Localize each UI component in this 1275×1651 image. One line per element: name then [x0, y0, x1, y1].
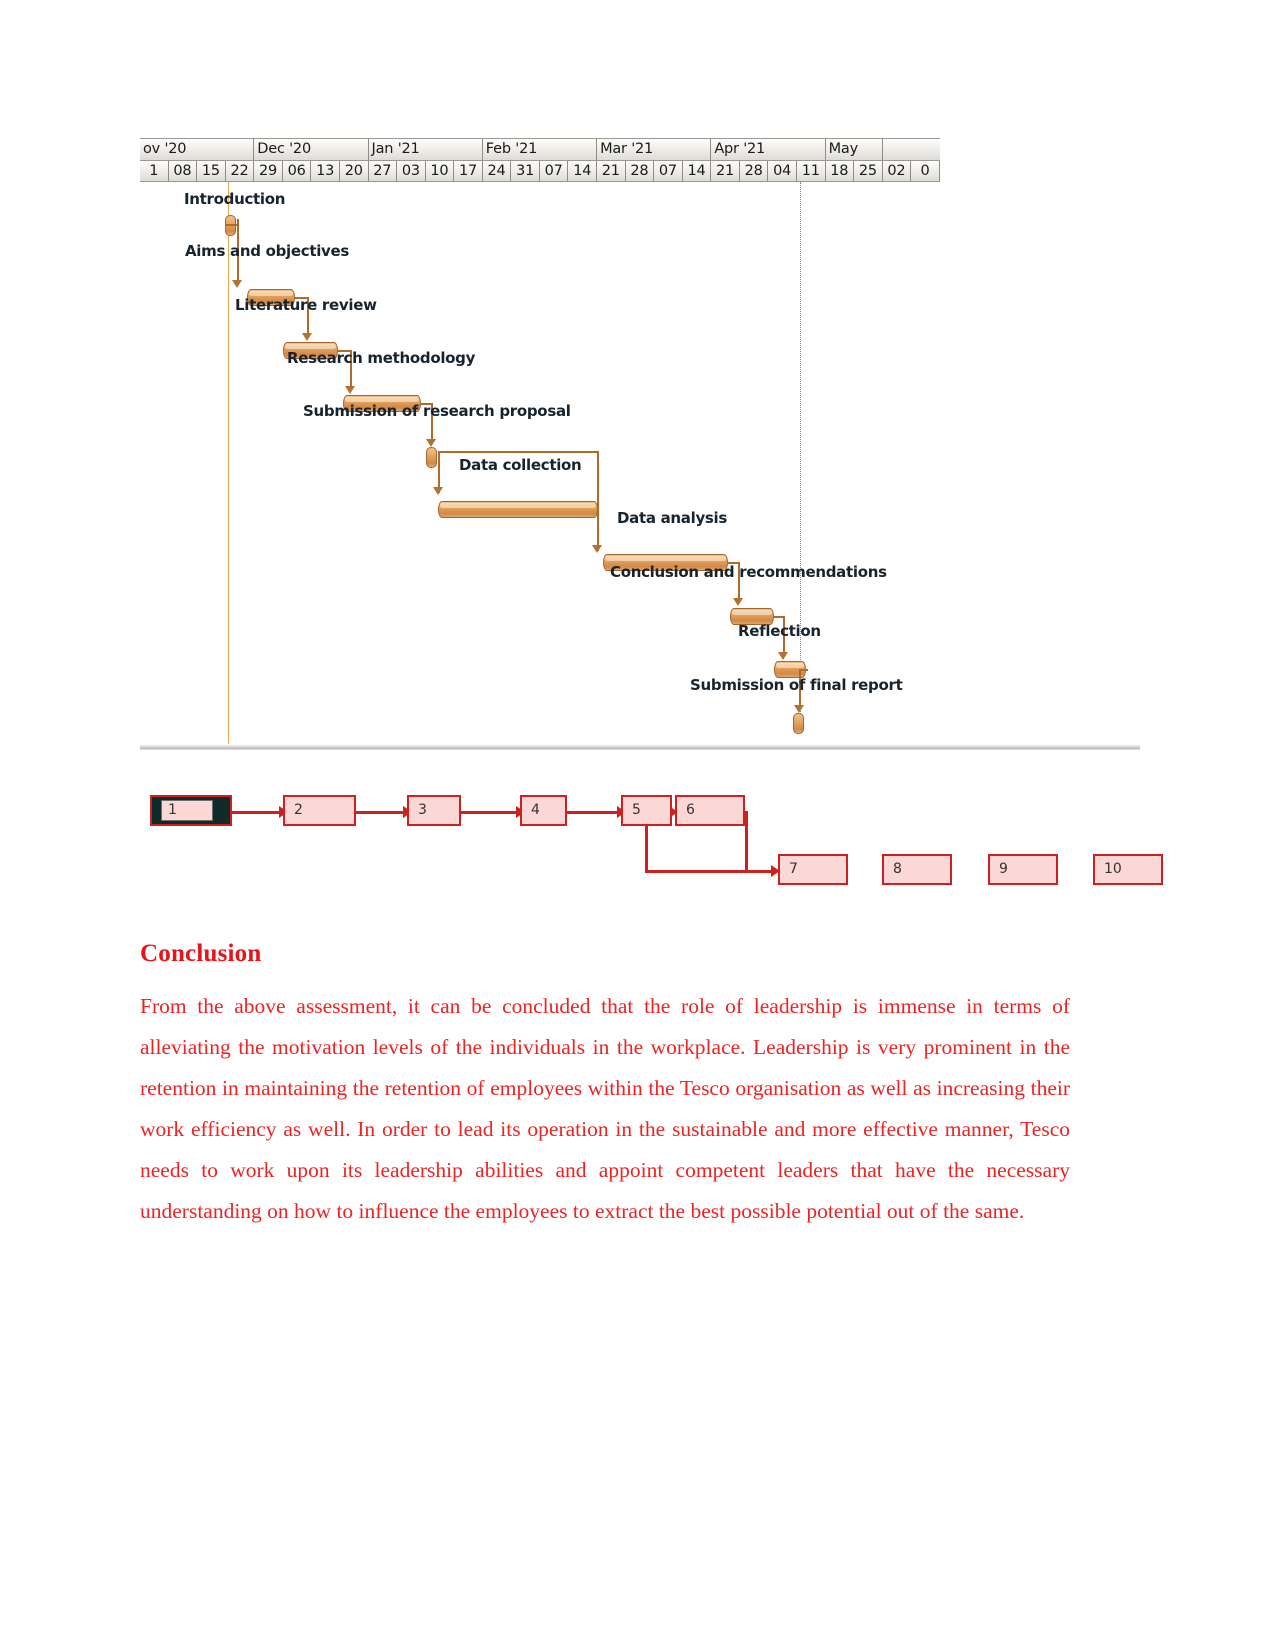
gantt-month-cell: Jan '21: [369, 139, 483, 160]
gantt-timeline-header: ov '20 Dec '20 Jan '21 Feb '21 Mar '21 Apr '2…: [140, 138, 940, 182]
gantt-week-cell: 13: [311, 161, 340, 181]
network-node-9[interactable]: 9: [988, 854, 1058, 885]
gantt-week-cell: 25: [854, 161, 883, 181]
gantt-week-cell: 04: [768, 161, 797, 181]
network-link-4-5: [567, 811, 620, 815]
gantt-week-cell: 03: [397, 161, 426, 181]
network-node-6[interactable]: 6: [675, 795, 745, 826]
gantt-today-line: [228, 182, 229, 744]
gantt-arrow-to-3: [302, 333, 312, 341]
gantt-month-cell: Mar '21: [597, 139, 712, 160]
gantt-week-cell: 24: [483, 161, 512, 181]
network-node-3[interactable]: 3: [407, 795, 461, 826]
gantt-week-cell: 07: [654, 161, 683, 181]
section-divider: [140, 745, 1140, 750]
gantt-week-cell: 14: [683, 161, 712, 181]
gantt-task-label-analysis: Data analysis: [617, 509, 728, 527]
gantt-week-cell: 28: [740, 161, 769, 181]
network-link-1-2: [232, 811, 282, 815]
gantt-milestone-introduction: [225, 215, 236, 236]
gantt-week-cell: 06: [283, 161, 312, 181]
gantt-week-cell: 21: [597, 161, 626, 181]
gantt-task-label-conclusion: Conclusion and recommendations: [610, 563, 887, 581]
gantt-week-cell: 11: [797, 161, 826, 181]
gantt-task-label-methodology: Research methodology: [287, 349, 476, 367]
gantt-week-row: 1 08 15 22 29 06 13 20 27 03 10 17 24 31 07 14 21 28 07 14 2…: [140, 160, 940, 182]
gantt-task-label-introduction: Introduction: [184, 190, 286, 208]
conclusion-heading: Conclusion: [140, 940, 262, 967]
gantt-week-cell: 27: [369, 161, 398, 181]
gantt-arrow-to-2: [232, 280, 242, 288]
network-node-2[interactable]: 2: [283, 795, 356, 826]
gantt-arrow-to-9: [778, 652, 788, 660]
gantt-month-row: ov '20 Dec '20 Jan '21 Feb '21 Mar '21 Apr '2…: [140, 138, 940, 160]
gantt-month-cell: ov '20: [140, 139, 255, 160]
gantt-link-5-7-v: [597, 451, 599, 551]
gantt-week-cell: 21: [711, 161, 740, 181]
gantt-task-label-collection: Data collection: [459, 456, 582, 474]
network-link-2-3: [356, 811, 406, 815]
gantt-week-cell: 14: [568, 161, 597, 181]
network-link-6-down: [745, 811, 749, 873]
network-link-3-4: [461, 811, 519, 815]
gantt-month-cell: Apr '21: [711, 139, 826, 160]
gantt-link-1-2-h: [225, 224, 238, 226]
gantt-arrow-to-7: [592, 545, 602, 553]
gantt-task-label-literature: Literature review: [235, 296, 377, 314]
network-node-10[interactable]: 10: [1093, 854, 1163, 885]
gantt-month-cell: Feb '21: [483, 139, 598, 160]
gantt-week-cell: 02: [883, 161, 912, 181]
gantt-task-label-proposal: Submission of research proposal: [303, 402, 571, 420]
gantt-arrow-to-5: [426, 439, 436, 447]
gantt-week-cell: 29: [254, 161, 283, 181]
network-node-5[interactable]: 5: [621, 795, 672, 826]
gantt-bar-collection: [438, 501, 598, 518]
conclusion-section: Conclusion From the above assessment, it…: [140, 940, 1070, 1232]
network-node-1[interactable]: 1: [150, 795, 232, 826]
gantt-milestone-proposal: [426, 447, 437, 468]
gantt-task-label-aims: Aims and objectives: [185, 242, 350, 260]
gantt-milestone-final-report: [793, 713, 804, 734]
gantt-body: Introduction Aims and objectives Literat…: [140, 182, 940, 746]
gantt-week-cell: 08: [169, 161, 198, 181]
network-node-8[interactable]: 8: [882, 854, 952, 885]
gantt-arrow-to-4: [345, 386, 355, 394]
gantt-week-cell: 1: [140, 161, 169, 181]
gantt-week-cell: 28: [626, 161, 655, 181]
gantt-week-cell: 15: [197, 161, 226, 181]
gantt-task-label-final-report: Submission of final report: [690, 676, 903, 694]
gantt-link-9-10-h: [800, 669, 808, 671]
network-diagram: 1 2 3 4 5 6 7 8 9 10: [140, 765, 1175, 890]
gantt-week-cell: 0: [911, 161, 940, 181]
gantt-week-cell: 10: [426, 161, 455, 181]
gantt-week-cell: 22: [226, 161, 255, 181]
gantt-deadline-line: [800, 182, 801, 722]
network-node-7[interactable]: 7: [778, 854, 848, 885]
gantt-week-cell: 07: [540, 161, 569, 181]
gantt-month-cell: Dec '20: [254, 139, 369, 160]
network-node-4[interactable]: 4: [520, 795, 567, 826]
conclusion-paragraph: From the above assessment, it can be con…: [140, 994, 1070, 1223]
gantt-arrow-to-10: [794, 705, 804, 713]
gantt-task-label-reflection: Reflection: [738, 622, 821, 640]
gantt-week-cell: 18: [826, 161, 855, 181]
network-node-1-label: 1: [161, 800, 213, 821]
gantt-arrow-to-6: [433, 487, 443, 495]
gantt-week-cell: 20: [340, 161, 369, 181]
gantt-week-cell: 17: [454, 161, 483, 181]
gantt-chart: ov '20 Dec '20 Jan '21 Feb '21 Mar '21 Apr '2…: [140, 138, 940, 746]
gantt-month-cell: May: [826, 139, 883, 160]
gantt-arrow-to-8: [733, 598, 743, 606]
gantt-link-5-7-h: [438, 451, 598, 453]
gantt-week-cell: 31: [511, 161, 540, 181]
